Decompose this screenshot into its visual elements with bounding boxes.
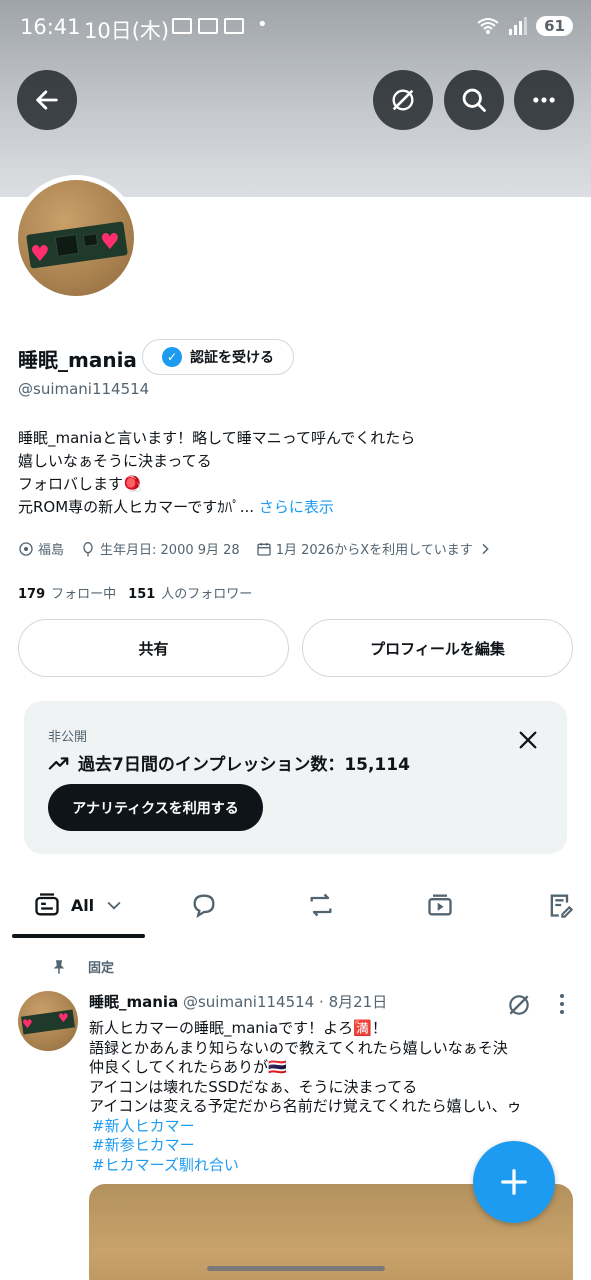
birthday-text: 生年月日: 2000 9月 28 bbox=[100, 543, 240, 558]
verified-badge-icon: ✓ bbox=[162, 347, 182, 367]
show-more-link[interactable]: さらに表示 bbox=[259, 498, 334, 516]
grok-icon bbox=[509, 995, 529, 1015]
calendar-icon bbox=[257, 542, 271, 556]
followers-link[interactable]: 151 人のフォロワー bbox=[128, 583, 252, 602]
profile-meta: 福島 生年月日: 2000 9月 28 1月 2026からXを利用しています bbox=[18, 539, 493, 558]
plus-icon bbox=[501, 1169, 527, 1195]
location-text: 福島 bbox=[38, 543, 65, 558]
profile-bio: 睡眠_maniaと言います！略して睡マニって呼んでくれたら 嬉しいなぁそうに決ま… bbox=[18, 427, 578, 519]
edit-profile-button[interactable]: プロフィールを編集 bbox=[302, 619, 573, 677]
analytics-card: 非公開 過去7日間のインプレッション数：15,114 アナリティクスを利用する bbox=[24, 701, 567, 854]
more-options-button[interactable] bbox=[514, 70, 574, 130]
mail-icon bbox=[224, 18, 244, 34]
reply-icon bbox=[193, 894, 215, 918]
tab-articles[interactable] bbox=[530, 872, 590, 938]
bio-line: 睡眠_maniaと言います！略して睡マニって呼んでくれたら bbox=[18, 429, 416, 447]
status-time: 16:41 bbox=[20, 15, 81, 39]
repost-icon bbox=[310, 893, 332, 917]
tab-all[interactable]: All bbox=[12, 872, 145, 938]
profile-tabs: All bbox=[0, 872, 591, 938]
profile-handle: @suimani114514 bbox=[18, 380, 150, 398]
trending-up-icon bbox=[48, 756, 69, 770]
heart-icon: ♥ bbox=[58, 1011, 69, 1025]
more-vertical-icon bbox=[560, 994, 564, 1014]
pin-icon bbox=[53, 959, 65, 974]
active-tab-indicator bbox=[12, 934, 145, 938]
battery-indicator: 61 bbox=[536, 16, 573, 36]
more-horizontal-icon bbox=[533, 97, 555, 103]
private-label: 非公開 bbox=[48, 730, 88, 745]
tab-replies[interactable] bbox=[174, 872, 234, 938]
impressions-text: 過去7日間のインプレッション数：15,114 bbox=[78, 755, 410, 775]
tweet-line: 語録とかあんまり知らないので教えてくれたら嬉しいなぁそ決 bbox=[89, 1038, 508, 1057]
tweet-author-name[interactable]: 睡眠_mania bbox=[89, 993, 178, 1011]
tweet-header: 睡眠_mania @suimani114514 · 8月21日 bbox=[89, 991, 387, 1012]
grok-button[interactable] bbox=[373, 70, 433, 130]
bio-line: フォロバします🪀 bbox=[18, 475, 142, 493]
posts-icon bbox=[35, 893, 59, 916]
balloon-icon bbox=[83, 541, 93, 556]
compose-post-button[interactable] bbox=[473, 1141, 555, 1223]
bio-line: 嬉しいなぁそうに決まってる bbox=[18, 452, 212, 470]
bio-line: 元ROM専の新人ヒカマーですｶﾊﾟ... bbox=[18, 498, 255, 516]
tweet-author-avatar[interactable]: ♥ ♥ bbox=[18, 991, 78, 1051]
hashtag-link[interactable]: #新人ヒカマー bbox=[89, 1117, 559, 1137]
joined-text: 1月 2026からXを利用しています bbox=[275, 543, 473, 558]
profile-name: 睡眠_mania bbox=[18, 348, 137, 372]
grok-icon bbox=[392, 89, 414, 111]
profile-avatar[interactable]: ♥ ♥ bbox=[13, 175, 139, 301]
tweet-line: アイコンは壊れたSSDだなぁ、そうに決まってる bbox=[89, 1077, 418, 1096]
tweet-grok-button[interactable] bbox=[506, 992, 532, 1022]
heart-icon: ♥ bbox=[22, 1017, 33, 1031]
joined-date[interactable]: 1月 2026からXを利用しています bbox=[256, 539, 493, 558]
signal-icon bbox=[509, 17, 528, 35]
close-analytics-button[interactable] bbox=[513, 725, 543, 755]
share-button[interactable]: 共有 bbox=[18, 619, 289, 677]
heart-icon: ♥ bbox=[100, 230, 120, 255]
location-icon bbox=[19, 541, 33, 556]
wifi-icon bbox=[477, 18, 499, 34]
arrow-left-icon bbox=[36, 90, 58, 110]
tweet-author-handle[interactable]: @suimani114514 bbox=[183, 993, 314, 1011]
mail-icon bbox=[172, 18, 192, 34]
pinned-indicator: 固定 bbox=[50, 957, 114, 976]
get-verified-button[interactable]: ✓ 認証を受ける bbox=[142, 339, 294, 375]
chevron-right-icon bbox=[482, 543, 489, 554]
tweet-separator: · bbox=[319, 993, 324, 1011]
close-icon bbox=[519, 731, 537, 749]
tweet-more-button[interactable] bbox=[556, 992, 568, 1021]
status-dot: • bbox=[257, 14, 268, 35]
home-indicator[interactable] bbox=[207, 1266, 385, 1271]
back-button[interactable] bbox=[17, 70, 77, 130]
pinned-label: 固定 bbox=[88, 961, 115, 976]
tweet-line: 新人ヒカマーの睡眠_maniaです！よろ🈵！ bbox=[89, 1019, 387, 1037]
tweet-date[interactable]: 8月21日 bbox=[329, 993, 388, 1011]
tweet-line: アイコンは変える予定だから名前だけ覚えてくれたら嬉しい、ゥ bbox=[89, 1097, 522, 1115]
heart-icon: ♥ bbox=[30, 242, 50, 267]
get-verified-label: 認証を受ける bbox=[190, 350, 274, 366]
notification-icons bbox=[172, 18, 244, 34]
video-icon bbox=[428, 894, 452, 916]
tab-all-label: All bbox=[70, 895, 95, 915]
status-bar: 16:41 10日(木) • 61 bbox=[0, 0, 591, 56]
tab-media[interactable] bbox=[410, 872, 470, 938]
status-date: 10日(木) bbox=[84, 19, 170, 43]
message-icon bbox=[198, 18, 218, 34]
use-analytics-button[interactable]: アナリティクスを利用する bbox=[48, 784, 263, 831]
chevron-down-icon bbox=[107, 901, 121, 910]
following-link[interactable]: 179 フォロー中 bbox=[18, 583, 116, 602]
follow-stats: 179 フォロー中 151 人のフォロワー bbox=[18, 583, 252, 602]
tab-reposts[interactable] bbox=[291, 872, 351, 938]
search-icon bbox=[462, 88, 486, 112]
tweet-line: 仲良くしてくれたらありが🇹🇭 bbox=[89, 1058, 287, 1076]
article-edit-icon bbox=[550, 894, 574, 918]
search-button[interactable] bbox=[444, 70, 504, 130]
